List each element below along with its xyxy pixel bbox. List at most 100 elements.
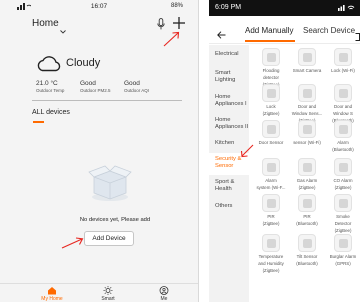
- nav-my-home[interactable]: My Home: [32, 286, 72, 302]
- device-tile[interactable]: sensor (Wi-Fi): [289, 120, 325, 145]
- device-tile[interactable]: Alarm system (Wi-F...: [253, 158, 289, 190]
- status-time: 16:07: [90, 3, 108, 10]
- device-glyph: [303, 89, 312, 98]
- annotation-arrow: [162, 30, 182, 53]
- tab-add-manually[interactable]: Add Manually: [245, 26, 293, 35]
- empty-state-text: No devices yet, Please add: [79, 217, 151, 223]
- device-tile[interactable]: Gas Alarm (ZigBee): [289, 158, 325, 190]
- weather-condition: Cloudy: [66, 57, 101, 69]
- device-tile[interactable]: Smart Camera: [289, 48, 325, 73]
- device-icon: [334, 120, 352, 138]
- nav-label: My Home: [41, 296, 63, 302]
- category-home-appliances-1[interactable]: Home Appliances I: [215, 94, 249, 107]
- device-name: Lock: [266, 104, 276, 109]
- device-icon: [262, 158, 280, 176]
- scan-icon[interactable]: [355, 28, 360, 46]
- device-icon: [298, 48, 316, 66]
- device-name: (Bluetooth): [332, 147, 354, 152]
- nav-smart[interactable]: Smart: [88, 286, 128, 302]
- annotation-arrow: [239, 143, 255, 164]
- signal-wifi-icon: [338, 4, 358, 13]
- stat-label: Outdoor PM2.5: [80, 88, 111, 93]
- tab-search-device[interactable]: Search Device: [303, 26, 355, 35]
- device-icon: [334, 158, 352, 176]
- device-tile[interactable]: Tilt Sensor (Bluetooth): [289, 234, 325, 266]
- stat-label: Outdoor Temp: [36, 88, 65, 93]
- device-glyph: [339, 239, 348, 248]
- stat-value: Good: [124, 80, 140, 87]
- cloud-icon: [36, 54, 62, 77]
- device-tile[interactable]: Alarm (Bluetooth): [325, 120, 360, 152]
- user-icon: [159, 286, 169, 295]
- device-glyph: [267, 125, 276, 134]
- tab-underline: [245, 40, 295, 42]
- device-icon: [334, 48, 352, 66]
- device-glyph: [267, 199, 276, 208]
- device-icon: [298, 84, 316, 102]
- stat-pm25: Good Outdoor PM2.5: [80, 80, 111, 93]
- add-manually-screen: 6:09 PM Add Manually Search Device Elect…: [209, 0, 360, 302]
- category-home-appliances-2[interactable]: Home Appliances II: [215, 117, 249, 130]
- device-name: Smart Camera: [292, 68, 322, 73]
- device-tile[interactable]: CO Alarm (ZigBee): [325, 158, 360, 190]
- device-tile[interactable]: Smoke Detector (ZigBee): [325, 194, 360, 233]
- device-glyph: [339, 163, 348, 172]
- add-device-button[interactable]: Add Device: [84, 231, 134, 246]
- device-tile[interactable]: PIR (ZigBee): [253, 194, 289, 226]
- stat-aqi: Good Outdoor AQI: [124, 80, 149, 93]
- device-glyph: [303, 125, 312, 134]
- device-name: (ZigBee): [262, 268, 280, 273]
- device-glyph: [303, 163, 312, 172]
- category-smart-lighting[interactable]: Smart Lighting: [215, 70, 249, 83]
- device-icon: [298, 158, 316, 176]
- device-name: Door Sensor: [258, 140, 284, 145]
- device-name: Detector: [334, 221, 352, 226]
- device-tile[interactable]: Lock (ZigBee): [253, 84, 289, 116]
- stat-value: Good: [80, 80, 96, 87]
- device-name: Smoke: [336, 214, 350, 219]
- device-name: Lock (Wi-Fi): [331, 68, 355, 73]
- device-tile[interactable]: Door Sensor: [253, 120, 289, 145]
- device-icon: [298, 194, 316, 212]
- category-sport-health[interactable]: Sport & Health: [215, 179, 249, 192]
- nav-me[interactable]: Me: [144, 286, 184, 302]
- device-glyph: [303, 53, 312, 62]
- device-name: (ZigBee): [262, 221, 280, 226]
- category-list: Electrical Smart Lighting Home Appliance…: [209, 45, 249, 302]
- device-icon: [334, 194, 352, 212]
- device-tile[interactable]: Burglar Alarm (GPRS): [325, 234, 360, 266]
- device-glyph: [303, 199, 312, 208]
- category-electrical[interactable]: Electrical: [215, 51, 249, 58]
- home-icon: [48, 287, 56, 295]
- device-tile[interactable]: Door andWindow S(Bluetooth): [325, 84, 360, 123]
- device-name: Tilt Sensor: [296, 254, 318, 259]
- annotation-arrow: [60, 236, 86, 255]
- device-tile[interactable]: PIR (Bluetooth): [289, 194, 325, 226]
- category-others[interactable]: Others: [215, 203, 249, 210]
- device-name: PIR: [303, 214, 311, 219]
- stat-temperature: 21.0 °C Outdoor Temp: [36, 80, 64, 93]
- home-selector[interactable]: Home: [32, 18, 59, 29]
- device-glyph: [339, 199, 348, 208]
- device-name: sensor (Wi-Fi): [293, 140, 321, 145]
- tab-all-devices[interactable]: ALL devices: [32, 109, 70, 116]
- device-name: and Humidity: [258, 261, 284, 266]
- device-tile[interactable]: Floodingdetector(ZigBee): [253, 48, 289, 87]
- device-glyph: [267, 53, 276, 62]
- device-tile[interactable]: Door andWindow Sens...(ZigBee): [289, 84, 325, 123]
- device-name: (Bluetooth): [296, 221, 318, 226]
- device-glyph: [267, 239, 276, 248]
- device-name: (ZigBee): [334, 185, 352, 190]
- add-manually-header: Add Manually Search Device: [209, 16, 360, 44]
- device-icon: [262, 84, 280, 102]
- device-name: Door and: [333, 104, 353, 109]
- device-tile[interactable]: Lock (Wi-Fi): [325, 48, 360, 73]
- device-name: Temperature: [258, 254, 284, 259]
- device-glyph: [339, 125, 348, 134]
- device-icon: [262, 120, 280, 138]
- back-arrow-icon[interactable]: [217, 26, 226, 44]
- device-icon: [262, 194, 280, 212]
- chevron-down-icon[interactable]: [60, 21, 66, 39]
- device-name: PIR: [267, 214, 275, 219]
- device-tile[interactable]: Temperature and Humidity (ZigBee): [253, 234, 289, 273]
